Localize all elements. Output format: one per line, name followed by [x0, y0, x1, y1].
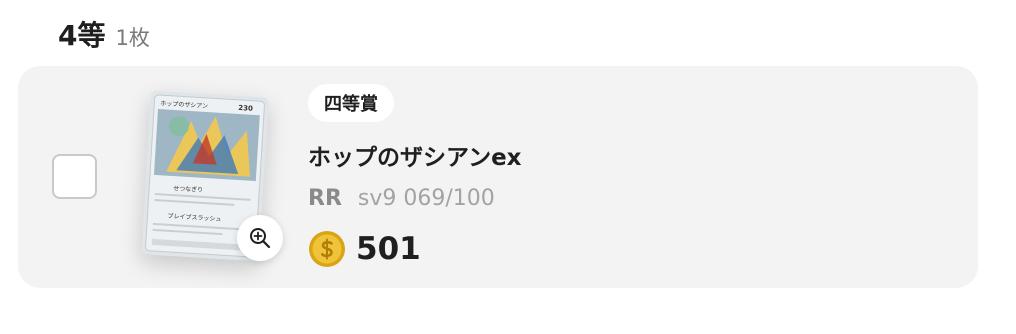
- prize-badge: 四等賞: [308, 84, 394, 122]
- card-name: ホップのザシアンex: [308, 145, 522, 171]
- card-meta: RR sv9 069/100: [308, 186, 495, 211]
- select-checkbox[interactable]: [52, 154, 97, 199]
- section-header: 4等 1枚: [58, 14, 150, 54]
- set-code: sv9 069/100: [357, 186, 495, 211]
- rarity-label: RR: [308, 186, 342, 211]
- price-value: 501: [356, 231, 421, 267]
- zoom-button[interactable]: [237, 215, 283, 261]
- card-row: ホップのザシアン 230 せつなぎり ブレイブスラッシュ 四等賞 ホップのザシア…: [18, 66, 978, 288]
- section-count: 1枚: [115, 26, 150, 50]
- zoom-in-icon: [250, 228, 271, 249]
- prize-section: 4等 1枚 ホップのザシアン 230 せつなぎり ブレイブスラッシュ 四等賞 ホ…: [0, 0, 1016, 334]
- section-title: 4等: [58, 19, 106, 52]
- price: 501: [308, 230, 421, 268]
- thumb-hp: 230: [238, 104, 253, 113]
- coin-icon: [309, 231, 345, 267]
